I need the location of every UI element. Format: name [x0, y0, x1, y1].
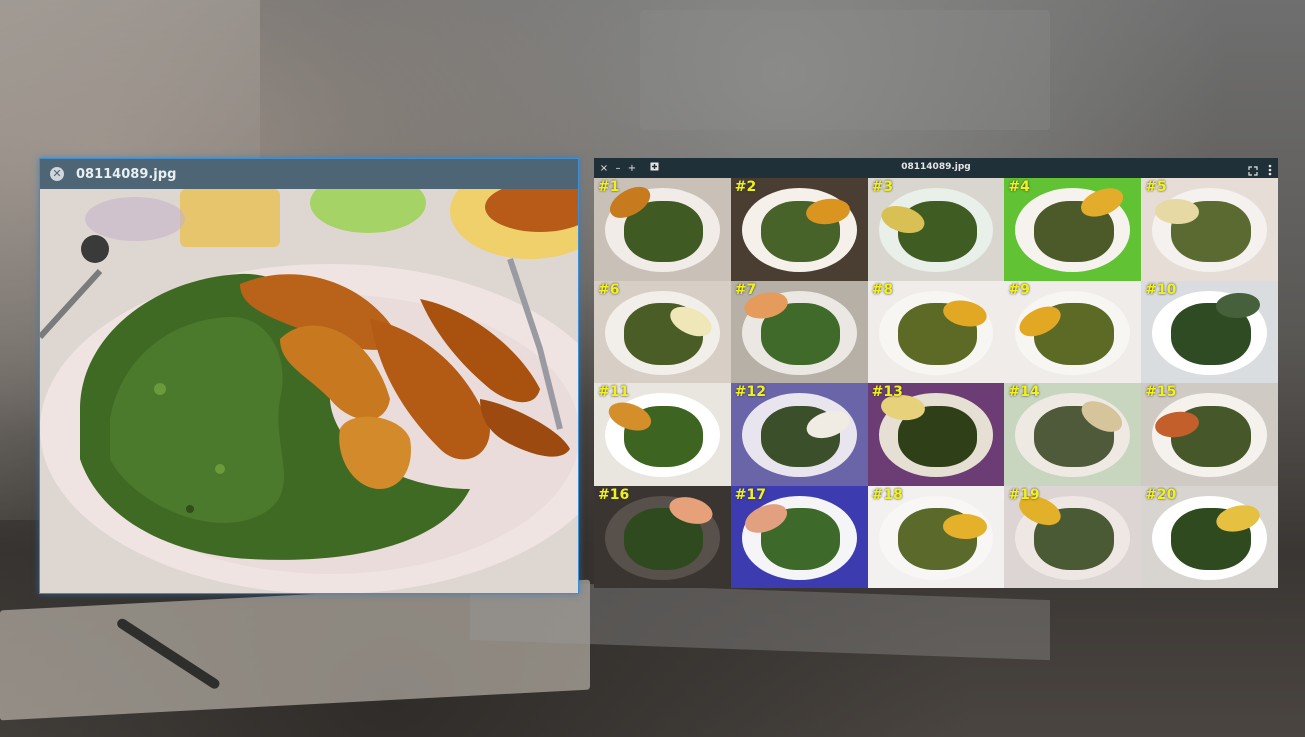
thumbnail-number: #9: [1008, 281, 1030, 298]
thumbnail-number: #12: [734, 384, 767, 400]
thumbnail-grid: #1 #2 #3 #4 #5 #6 #7 #8 #9 #10 #11 #12 #13 #14 #15 #16 #…: [594, 178, 1278, 588]
thumbnail-number: #5: [1145, 179, 1167, 195]
thumbnail-number: #8: [871, 281, 894, 298]
thumbnail[interactable]: #5: [1141, 178, 1278, 281]
thumbnail[interactable]: #9: [1004, 280, 1142, 383]
thumbnail[interactable]: #17: [730, 485, 868, 588]
thumbnail[interactable]: #19: [1004, 485, 1142, 588]
thumbnail-number: #11: [598, 384, 630, 400]
thumbnail-number: #10: [1145, 281, 1177, 298]
thumbnail-plantain: [942, 513, 987, 540]
thumbnail[interactable]: #2: [730, 178, 868, 281]
thumbnail[interactable]: #10: [1141, 280, 1278, 383]
thumbnail-number: #17: [734, 486, 767, 503]
thumbnail[interactable]: #16: [594, 485, 731, 588]
window-title: 08114089.jpg: [76, 166, 177, 182]
photo-canvas: [40, 189, 578, 593]
thumbnail-number: #6: [598, 281, 620, 298]
contact-sheet-window[interactable]: × – + 08114089.jpg #1 #2 #3 #4 #5 #6 #7 #8 #9 #10…: [594, 158, 1278, 588]
thumbnail-number: #18: [871, 486, 903, 503]
thumbnail-number: #4: [1008, 179, 1030, 195]
thumbnail[interactable]: #12: [730, 383, 868, 486]
thumbnail[interactable]: #15: [1141, 383, 1278, 486]
thumbnail[interactable]: #14: [1004, 383, 1142, 486]
thumbnail-number: #20: [1145, 486, 1177, 503]
window-title: 08114089.jpg: [901, 162, 971, 172]
thumbnail[interactable]: #3: [867, 178, 1005, 281]
thumbnail-number: #19: [1008, 486, 1040, 503]
thumbnail[interactable]: #7: [730, 280, 868, 383]
thumbnail[interactable]: #20: [1141, 485, 1278, 588]
thumbnail[interactable]: #6: [594, 280, 731, 383]
thumbnail[interactable]: #13: [867, 383, 1005, 486]
window-titlebar[interactable]: ✕ 08114089.jpg: [40, 159, 578, 189]
thumbnail-number: #16: [598, 486, 630, 503]
wallpaper-window: [640, 10, 1050, 130]
thumbnail-number: #1: [598, 179, 620, 195]
image-viewer-window[interactable]: ✕ 08114089.jpg: [39, 158, 579, 594]
thumbnail[interactable]: #18: [867, 485, 1005, 588]
thumbnail-number: #14: [1008, 384, 1040, 400]
close-icon[interactable]: ✕: [50, 167, 64, 181]
thumbnail-number: #7: [734, 281, 757, 298]
thumbnail[interactable]: #1: [594, 178, 731, 281]
thumbnail-number: #15: [1145, 384, 1177, 400]
window-titlebar[interactable]: × – + 08114089.jpg: [594, 158, 1278, 178]
thumbnail-number: #2: [734, 179, 757, 195]
food-photo: [40, 189, 578, 593]
thumbnail[interactable]: #4: [1004, 178, 1142, 281]
thumbnail[interactable]: #11: [594, 383, 731, 486]
thumbnail-number: #13: [871, 384, 903, 400]
thumbnail[interactable]: #8: [867, 280, 1005, 383]
thumbnail-number: #3: [871, 179, 894, 195]
